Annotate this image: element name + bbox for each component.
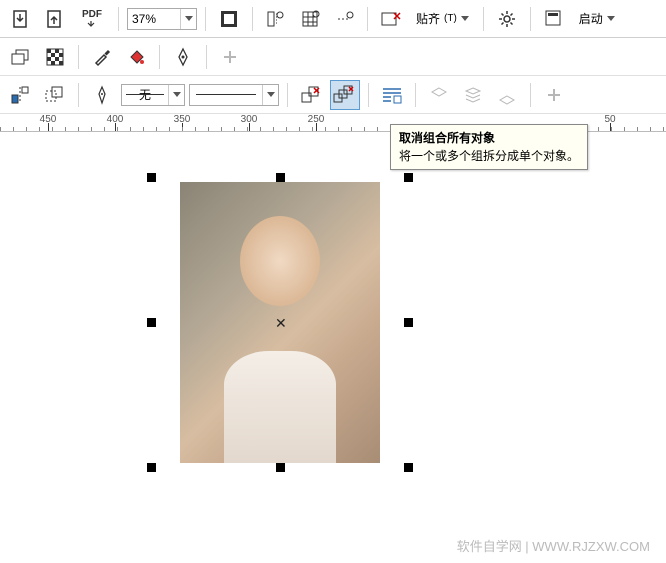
- show-grid-icon[interactable]: [295, 4, 325, 34]
- add-button[interactable]: [215, 42, 245, 72]
- ungroup-all-icon[interactable]: [330, 80, 360, 110]
- order-objects-icon[interactable]: [40, 80, 70, 110]
- canvas-area[interactable]: ✕: [0, 132, 666, 562]
- chevron-down-icon[interactable]: [262, 85, 278, 105]
- launch-dropdown[interactable]: 启动: [573, 4, 621, 34]
- separator: [118, 7, 119, 31]
- selection-handle[interactable]: [404, 318, 413, 327]
- selection-handle[interactable]: [147, 173, 156, 182]
- chevron-down-icon[interactable]: [168, 85, 184, 105]
- line-style-select[interactable]: [189, 84, 279, 106]
- snap-to-dropdown[interactable]: 贴齐 (T): [410, 4, 475, 34]
- tooltip-description: 将一个或多个组拆分成单个对象。: [399, 147, 579, 165]
- secondary-toolbar: [0, 38, 666, 76]
- snap-suffix: (T): [444, 13, 457, 24]
- selection-handle[interactable]: [404, 173, 413, 182]
- selection-handle[interactable]: [147, 463, 156, 472]
- snap-label: 贴齐: [416, 10, 440, 27]
- chevron-down-icon: [461, 16, 469, 22]
- separator: [367, 7, 368, 31]
- property-toolbar: 无: [0, 76, 666, 114]
- selection-handle[interactable]: [276, 173, 285, 182]
- layer-back-icon[interactable]: [492, 80, 522, 110]
- publish-pdf-button[interactable]: PDF: [74, 4, 110, 34]
- separator: [206, 45, 207, 69]
- eyedropper-icon[interactable]: [87, 42, 117, 72]
- launch-label: 启动: [579, 10, 603, 27]
- separator: [287, 83, 288, 107]
- selection-handle[interactable]: [147, 318, 156, 327]
- chevron-down-icon: [607, 16, 615, 22]
- layer-stack-icon[interactable]: [458, 80, 488, 110]
- launch-panel-icon[interactable]: [539, 4, 569, 34]
- align-distribute-icon[interactable]: [6, 80, 36, 110]
- selection-handle[interactable]: [404, 463, 413, 472]
- separator: [78, 83, 79, 107]
- wrap-text-icon[interactable]: [377, 80, 407, 110]
- separator: [530, 83, 531, 107]
- separator: [159, 45, 160, 69]
- chevron-down-icon[interactable]: [180, 9, 196, 29]
- export-up-icon[interactable]: [40, 4, 70, 34]
- full-screen-preview-icon[interactable]: [214, 4, 244, 34]
- selection-center-x: ✕: [275, 315, 287, 332]
- separator: [205, 7, 206, 31]
- snap-off-icon[interactable]: [376, 4, 406, 34]
- add-button[interactable]: [539, 80, 569, 110]
- separator: [368, 83, 369, 107]
- separator: [483, 7, 484, 31]
- pdf-label: PDF: [82, 9, 102, 20]
- zoom-input[interactable]: [128, 12, 180, 26]
- outline-pen-icon[interactable]: [87, 80, 117, 110]
- main-toolbar: PDF 贴齐 (T) 启动: [0, 0, 666, 38]
- import-down-icon[interactable]: [6, 4, 36, 34]
- ungroup-icon[interactable]: [296, 80, 326, 110]
- selection-handle[interactable]: [276, 463, 285, 472]
- rect-stack-icon[interactable]: [6, 42, 36, 72]
- pen-nib-icon[interactable]: [168, 42, 198, 72]
- watermark-text: 软件自学网 | WWW.RJZXW.COM: [457, 536, 650, 555]
- line-style-preview: [190, 85, 262, 105]
- show-rulers-icon[interactable]: [261, 4, 291, 34]
- separator: [78, 45, 79, 69]
- tooltip: 取消组合所有对象 将一个或多个组拆分成单个对象。: [390, 124, 588, 170]
- outline-width-value: 无: [124, 86, 166, 104]
- tooltip-title: 取消组合所有对象: [399, 129, 579, 147]
- zoom-level-select[interactable]: [127, 8, 197, 30]
- layer-front-icon[interactable]: [424, 80, 454, 110]
- paint-bucket-icon[interactable]: [121, 42, 151, 72]
- separator: [415, 83, 416, 107]
- separator: [252, 7, 253, 31]
- transparency-checker-icon[interactable]: [40, 42, 70, 72]
- separator: [530, 7, 531, 31]
- outline-width-select[interactable]: 无: [121, 84, 185, 106]
- show-guidelines-icon[interactable]: [329, 4, 359, 34]
- options-gear-icon[interactable]: [492, 4, 522, 34]
